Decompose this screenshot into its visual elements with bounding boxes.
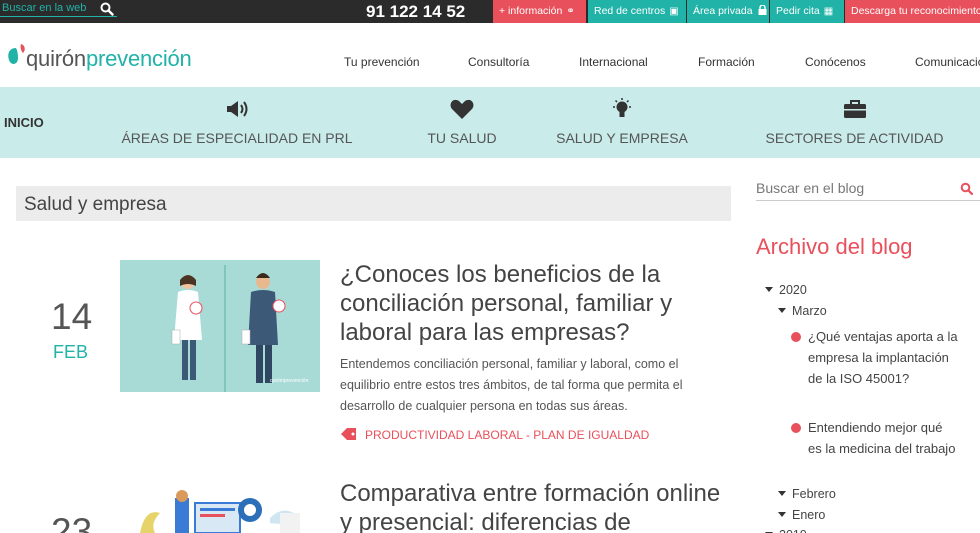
archive-title: Archivo del blog xyxy=(756,234,913,259)
search-icon[interactable] xyxy=(100,2,114,16)
category-areas-prl-label: ÁREAS DE ESPECIALIDAD EN PRL xyxy=(121,130,353,146)
category-tu-salud-label: TU SALUD xyxy=(427,130,497,146)
category-home[interactable]: INICIO xyxy=(4,115,44,130)
nav-formacion[interactable]: Formación xyxy=(698,55,755,69)
thumbnail-brand-text: quirónprevención xyxy=(270,378,309,384)
post-date-day: 14 xyxy=(51,296,93,337)
category-bar xyxy=(0,87,980,158)
archive-year-2020[interactable]: 2020 xyxy=(765,283,807,297)
post-date-day: 23 xyxy=(51,511,93,533)
heart-icon xyxy=(450,99,474,119)
post-thumbnail[interactable]: quirónprevención xyxy=(120,260,320,392)
blog-search-box[interactable]: Buscar en el blog xyxy=(756,180,980,201)
archive-year-label: 2019 xyxy=(779,528,807,533)
tag-icon xyxy=(341,428,356,440)
category-sectores-label: SECTORES DE ACTIVIDAD xyxy=(765,130,944,146)
lock-icon xyxy=(758,4,767,15)
category-salud-empresa-label: SALUD Y EMPRESA xyxy=(556,130,688,146)
post-excerpt: Entendemos conciliación personal, famili… xyxy=(340,357,683,413)
phone-number[interactable]: 91 122 14 52 xyxy=(366,0,465,23)
post-tags[interactable]: PRODUCTIVIDAD LABORAL - PLAN DE IGUALDAD xyxy=(365,428,649,442)
logo[interactable]: quirónprevención xyxy=(26,46,192,72)
logo-text-quiron: quirón xyxy=(26,46,86,71)
post-title[interactable]: Comparativa entre formación online y pre… xyxy=(340,479,730,533)
nav-comunicacion[interactable]: Comunicación xyxy=(915,55,980,69)
more-info-label: + información xyxy=(499,5,563,17)
centers-network-button[interactable]: Red de centros ▣ xyxy=(588,0,686,23)
section-title: Salud y empresa xyxy=(24,194,167,215)
caret-down-icon xyxy=(778,308,786,314)
nav-tu-prevencion[interactable]: Tu prevención xyxy=(344,55,420,69)
bullet-icon xyxy=(791,332,801,342)
megaphone-icon xyxy=(227,101,248,117)
calendar-icon: ▦ xyxy=(823,6,834,17)
post-illustration xyxy=(140,490,300,533)
post-thumbnail[interactable] xyxy=(120,488,320,533)
post-date-month: FEB xyxy=(53,342,89,362)
archive-year-2019[interactable]: 2019 xyxy=(765,528,807,533)
appointment-label: Pedir cita xyxy=(776,5,820,17)
archive-month-enero[interactable]: Enero xyxy=(778,508,825,522)
blog-search-input[interactable]: Buscar en el blog xyxy=(756,180,864,196)
logo-mark-icon[interactable] xyxy=(6,40,28,70)
private-area-label: Área privada xyxy=(693,5,753,17)
caret-down-icon xyxy=(778,491,786,497)
lightbulb-icon xyxy=(613,98,631,117)
archive-post-link[interactable]: Entendiendo mejor qué es la medicina del… xyxy=(808,417,958,459)
more-info-button[interactable]: + información ⚭ xyxy=(493,0,586,23)
caret-down-icon xyxy=(765,287,773,293)
web-search-box[interactable]: Buscar en la web xyxy=(0,0,117,17)
web-search-input[interactable]: Buscar en la web xyxy=(2,2,86,14)
nav-consultoria[interactable]: Consultoría xyxy=(468,55,529,69)
post-title[interactable]: ¿Conoces los beneficios de la conciliaci… xyxy=(340,260,730,347)
nav-conocenos[interactable]: Conócenos xyxy=(805,55,866,69)
headset-icon: ⚭ xyxy=(566,6,575,17)
private-area-button[interactable]: Área privada xyxy=(687,0,769,23)
top-bar: Buscar en la web 91 122 14 52 + informac… xyxy=(0,0,980,23)
archive-year-label: 2020 xyxy=(779,283,807,297)
appointment-button[interactable]: Pedir cita ▦ xyxy=(770,0,844,23)
bullet-icon xyxy=(791,423,801,433)
archive-post-link[interactable]: ¿Qué ventajas aporta a la empresa la imp… xyxy=(808,326,958,389)
archive-month-label: Enero xyxy=(792,508,826,522)
archive-month-marzo[interactable]: Marzo xyxy=(778,304,827,318)
download-checkup-label: Descarga tu reconocimiento xyxy=(851,5,980,17)
search-icon[interactable] xyxy=(960,182,974,196)
post-illustration xyxy=(120,260,320,392)
archive-month-febrero[interactable]: Febrero xyxy=(778,487,836,501)
caret-down-icon xyxy=(778,512,786,518)
briefcase-icon xyxy=(843,100,866,118)
nav-internacional[interactable]: Internacional xyxy=(579,55,648,69)
archive-month-label: Febrero xyxy=(792,487,836,501)
logo-text-prevencion: prevención xyxy=(85,46,192,71)
archive-month-label: Marzo xyxy=(792,304,827,318)
document-icon: ▣ xyxy=(669,6,679,17)
section-heading-bar: Salud y empresa xyxy=(16,186,731,221)
centers-network-label: Red de centros xyxy=(594,5,666,17)
download-checkup-button[interactable]: Descarga tu reconocimiento xyxy=(845,0,980,23)
